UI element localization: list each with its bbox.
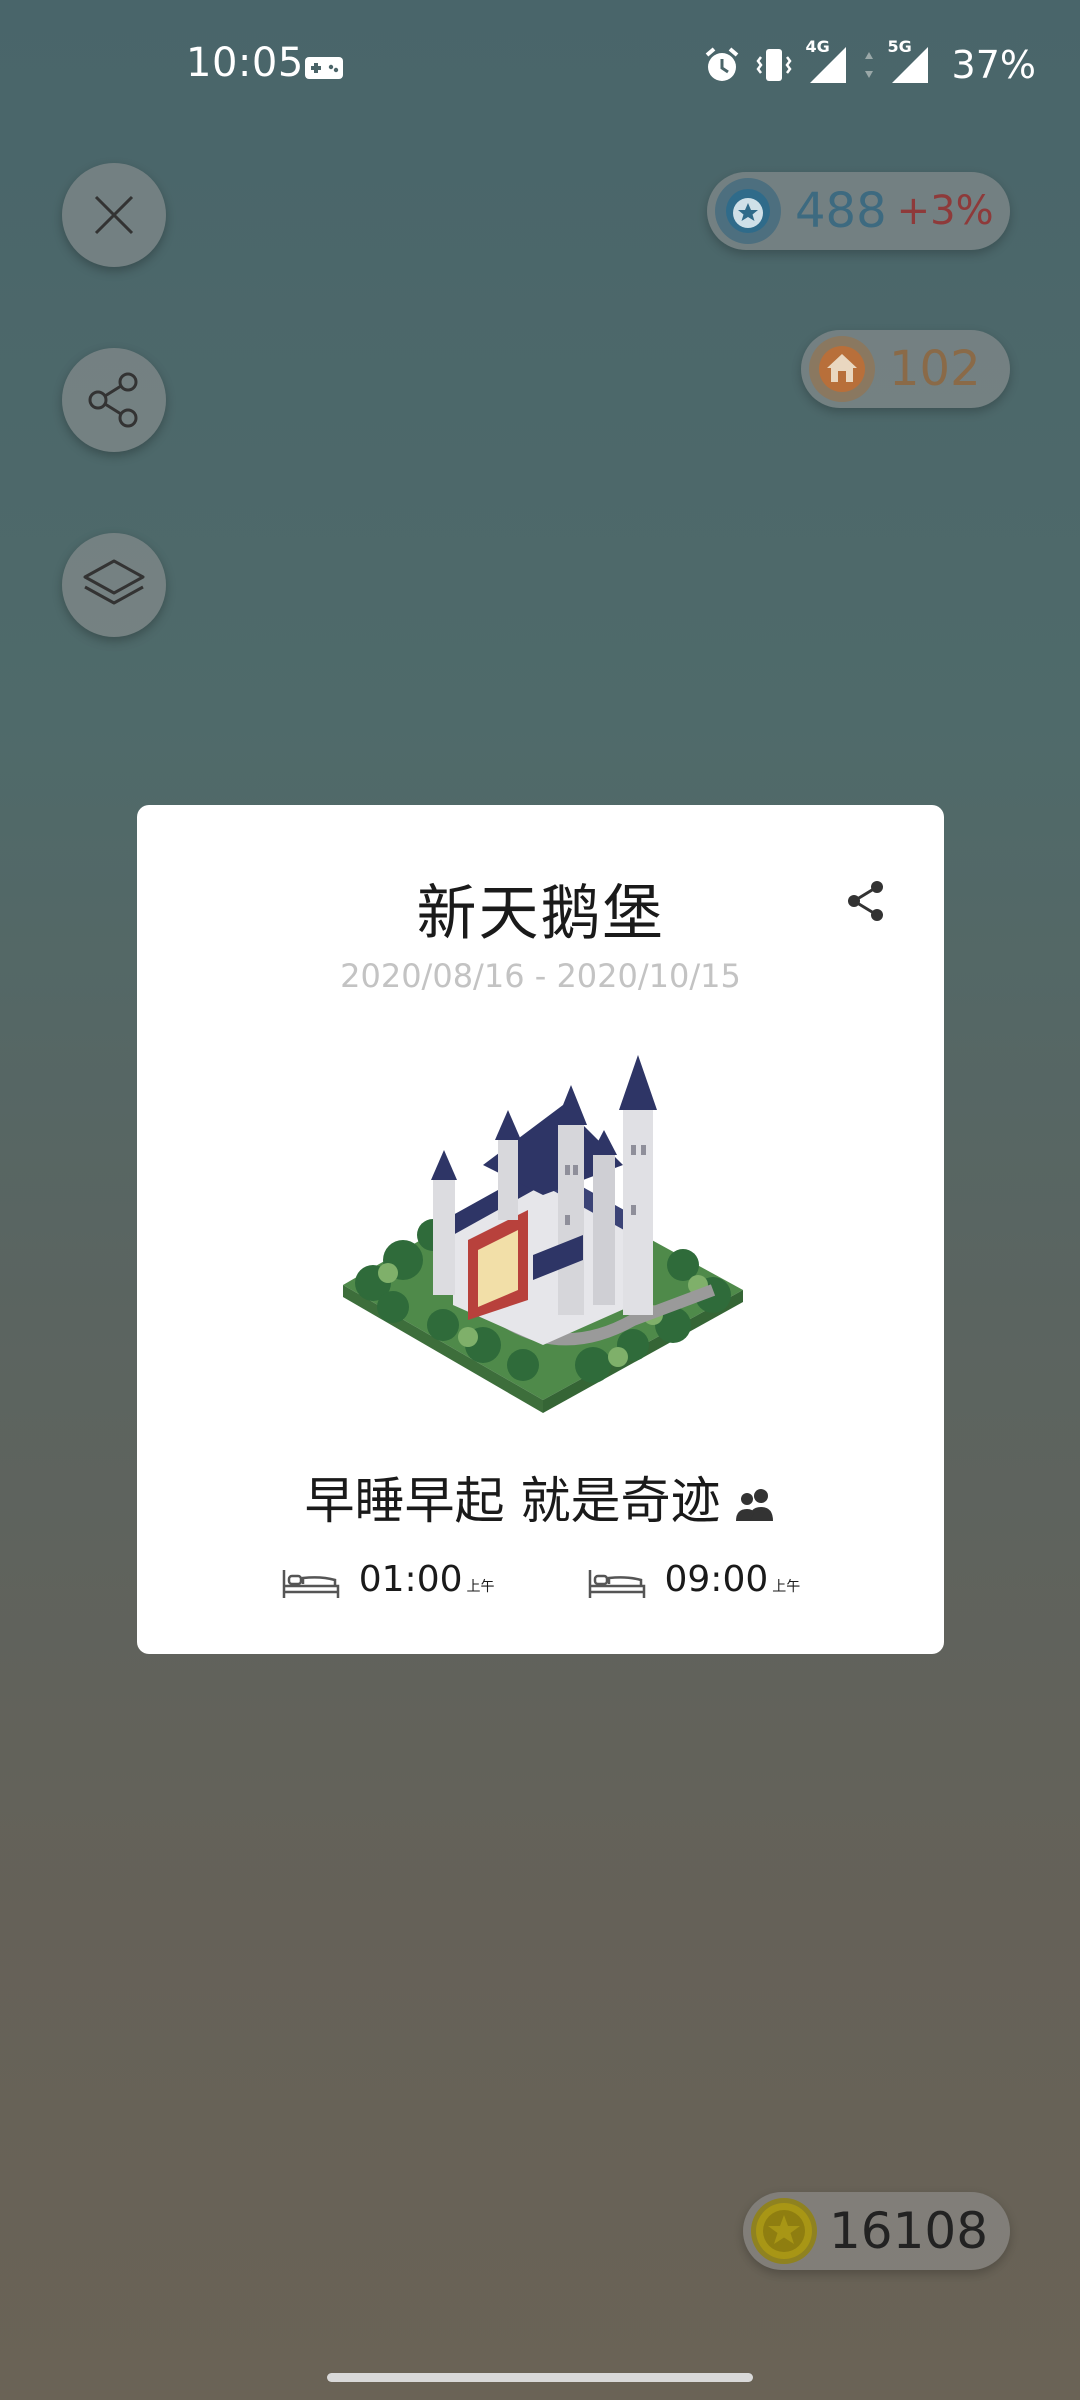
money-bag-icon xyxy=(715,178,781,244)
gamepad-icon xyxy=(305,57,343,79)
coins-growth: +3% xyxy=(896,188,994,234)
signal-icon xyxy=(809,47,846,83)
waketime-value: 09:00 xyxy=(664,1559,769,1600)
layers-button[interactable] xyxy=(62,533,166,637)
waketime-ampm: 上午 xyxy=(772,1579,801,1595)
house-icon xyxy=(809,336,875,402)
card-share-icon[interactable] xyxy=(844,879,888,923)
coins-value: 488 xyxy=(795,183,887,239)
signal-4g: 4G xyxy=(806,37,850,87)
coins-counter[interactable]: 488 +3% xyxy=(707,172,1010,250)
signal-icon xyxy=(891,47,928,83)
status-bar: 10:05 4G 5G 37% xyxy=(0,0,1080,136)
achievement-card: 新天鹅堡 2020/08/16 - 2020/10/15 早睡早起 就是奇迹 0… xyxy=(137,805,944,1654)
gold-value: 16108 xyxy=(829,2202,989,2260)
status-time: 10:05 xyxy=(186,40,304,86)
card-slogan: 早睡早起 就是奇迹 xyxy=(137,1461,944,1533)
group-icon xyxy=(736,1488,774,1521)
card-title: 新天鹅堡 xyxy=(416,879,665,949)
close-icon xyxy=(94,195,134,235)
data-arrows-icon xyxy=(864,52,873,78)
vibrate-icon xyxy=(755,49,792,81)
gold-counter[interactable]: 16108 xyxy=(743,2192,1010,2270)
home-indicator[interactable] xyxy=(327,2373,753,2382)
status-icons: 4G 5G 37% xyxy=(702,37,1036,90)
share-button[interactable] xyxy=(62,348,166,452)
battery-percent: 37% xyxy=(951,43,1036,87)
bed-icon xyxy=(282,1570,339,1598)
alarm-icon xyxy=(705,47,738,81)
date-range: 2020/08/16 - 2020/10/15 xyxy=(340,957,741,995)
gold-coin-icon xyxy=(751,2198,817,2264)
layers-icon xyxy=(83,559,145,605)
buildings-value: 102 xyxy=(889,341,981,397)
waketime: 09:00 上午 xyxy=(587,1559,801,1600)
signal-5g: 5G xyxy=(888,37,932,87)
bed-icon xyxy=(588,1570,645,1598)
bedtime-value: 01:00 xyxy=(358,1559,463,1600)
share-icon xyxy=(88,372,138,428)
close-button[interactable] xyxy=(62,163,166,267)
bedtime-ampm: 上午 xyxy=(466,1579,495,1595)
buildings-counter[interactable]: 102 xyxy=(801,330,1010,408)
sleep-schedule: 01:00 上午 09:00 上午 xyxy=(137,1559,944,1600)
castle-illustration xyxy=(343,1055,743,1413)
bedtime: 01:00 上午 xyxy=(281,1559,495,1600)
slogan-text: 早睡早起 就是奇迹 xyxy=(304,1472,721,1530)
